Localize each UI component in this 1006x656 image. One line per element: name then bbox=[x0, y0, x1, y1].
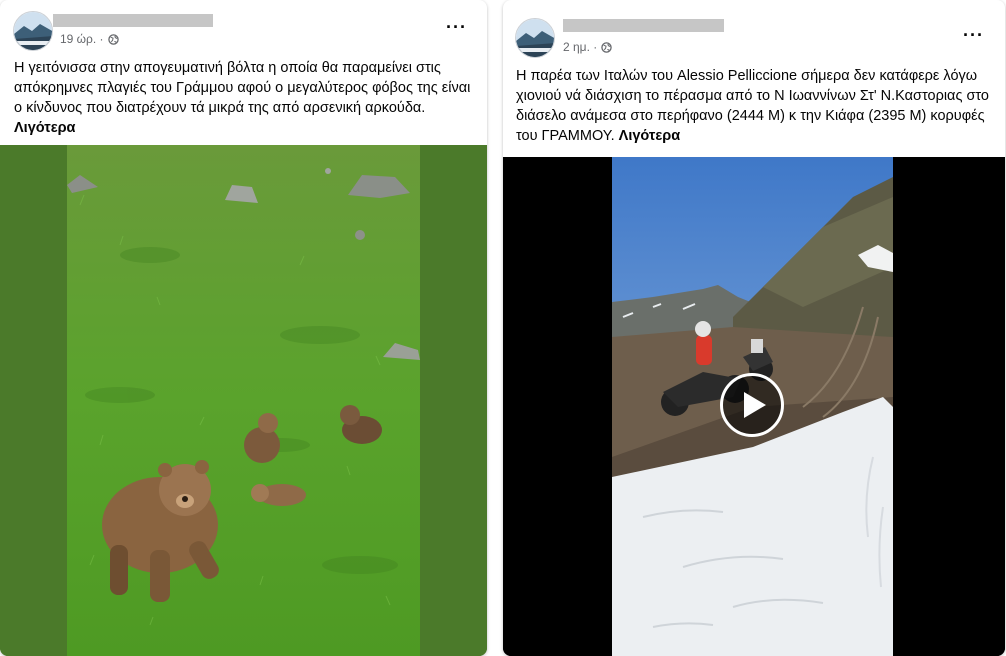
author-name-redacted[interactable] bbox=[563, 19, 724, 32]
post-meta: 19 ώρ. · bbox=[60, 32, 119, 46]
play-icon bbox=[744, 392, 766, 418]
post-video[interactable] bbox=[503, 157, 1005, 656]
more-options-icon[interactable]: ··· bbox=[446, 18, 467, 36]
see-less-link[interactable]: Λιγότερα bbox=[619, 128, 680, 144]
post-time[interactable]: 19 ώρ. · bbox=[60, 32, 104, 46]
post-meta: 2 ημ. · bbox=[563, 40, 612, 54]
see-less-link[interactable]: Λιγότερα bbox=[14, 120, 75, 136]
more-options-icon[interactable]: ··· bbox=[963, 26, 984, 44]
globe-icon bbox=[601, 41, 612, 53]
globe-icon bbox=[107, 33, 119, 45]
post-photo[interactable] bbox=[0, 145, 487, 656]
post-card-1: 19 ώρ. · ··· Η γειτόνισσα στην απογευματ… bbox=[0, 0, 487, 656]
avatar[interactable] bbox=[13, 11, 53, 51]
post-body: Η παρέα των Ιταλών του Alessio Pelliccio… bbox=[516, 68, 989, 144]
post-body: Η γειτόνισσα στην απογευματινή βόλτα η ο… bbox=[14, 60, 471, 116]
play-button[interactable] bbox=[720, 373, 784, 437]
avatar[interactable] bbox=[515, 18, 555, 58]
author-name-redacted[interactable] bbox=[53, 14, 213, 27]
post-card-2: 2 ημ. · ··· Η παρέα των Ιταλών του Aless… bbox=[503, 0, 1005, 656]
post-text: Η γειτόνισσα στην απογευματινή βόλτα η ο… bbox=[14, 58, 474, 138]
post-text: Η παρέα των Ιταλών του Alessio Pelliccio… bbox=[516, 66, 991, 146]
post-time[interactable]: 2 ημ. · bbox=[563, 40, 597, 54]
